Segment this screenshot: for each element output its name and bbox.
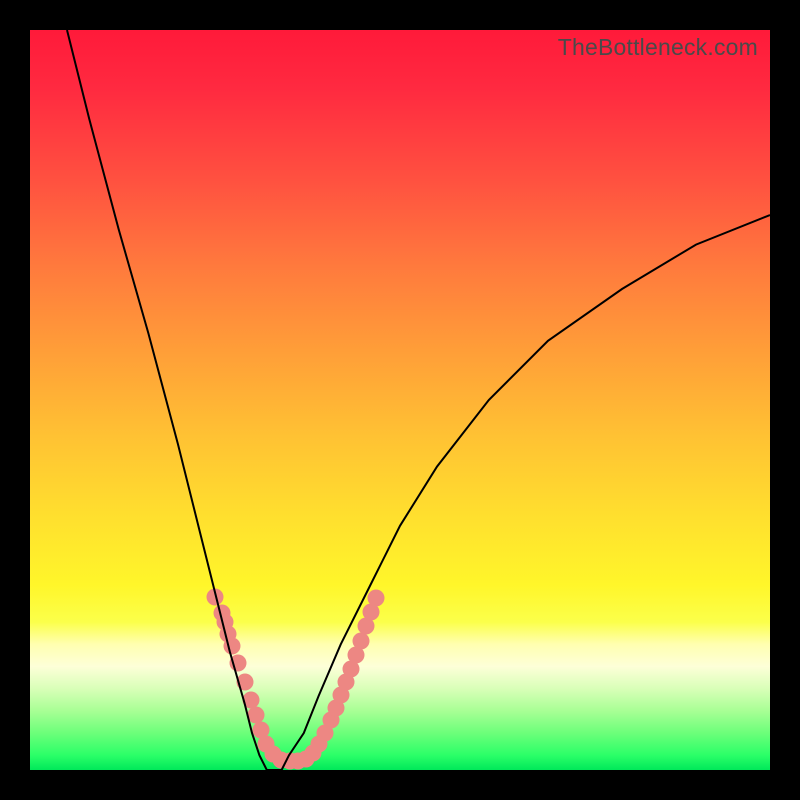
highlight-dot — [353, 633, 370, 650]
highlight-right — [298, 590, 385, 768]
bottleneck-curve — [67, 30, 770, 770]
chart-plot-area: TheBottleneck.com — [30, 30, 770, 770]
highlight-dot — [368, 590, 385, 607]
curve-svg — [30, 30, 770, 770]
highlight-dot — [248, 707, 265, 724]
